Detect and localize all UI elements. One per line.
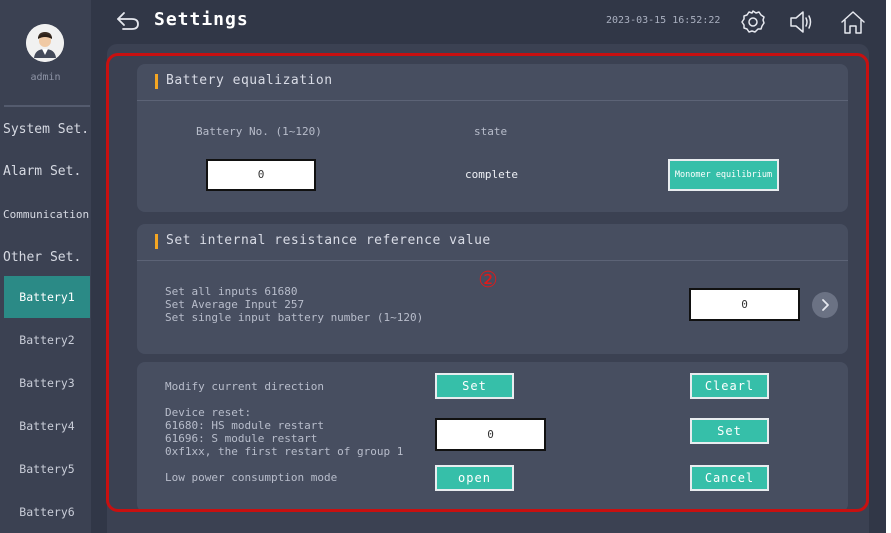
battery-equalization-title: Battery equalization: [166, 73, 333, 88]
internal-resistance-title: Set internal resistance reference value: [166, 233, 491, 248]
top-bar: Settings 2023-03-15 16:52:22: [91, 0, 886, 44]
battery-no-input[interactable]: 0: [206, 159, 316, 191]
sidebar-subitem-battery3[interactable]: Battery3: [4, 362, 90, 404]
low-power-open-button[interactable]: open: [435, 465, 514, 491]
battery-equalization-header: Battery equalization: [137, 64, 848, 101]
resistance-value-input[interactable]: 0: [689, 288, 800, 321]
settings-content: Battery equalization Battery No. (1~120)…: [107, 44, 869, 533]
username: admin: [30, 72, 61, 83]
sidebar-item-system-set[interactable]: System Set.: [3, 122, 89, 137]
section-marker: [155, 234, 158, 249]
group-restart-text: 0xf1xx, the first restart of group 1: [165, 445, 404, 458]
hs-module-restart-text: 61680: HS module restart: [165, 419, 324, 432]
sidebar-item-alarm-set[interactable]: Alarm Set.: [3, 164, 81, 179]
home-icon[interactable]: [839, 8, 867, 36]
back-arrow-icon[interactable]: [115, 10, 141, 32]
device-reset-label: Device reset:: [165, 406, 252, 419]
state-value: complete: [465, 168, 518, 181]
sidebar-subitem-battery1[interactable]: Battery1: [4, 276, 90, 318]
internal-resistance-header: Set internal resistance reference value: [137, 224, 848, 261]
sidebar: admin System Set. Alarm Set. Communicati…: [0, 0, 91, 533]
main-area: Settings 2023-03-15 16:52:22 Battery equ…: [91, 0, 886, 533]
battery-no-label: Battery No. (1~120): [196, 125, 322, 138]
low-power-cancel-button[interactable]: Cancel: [690, 465, 769, 491]
device-reset-set-button[interactable]: Set: [690, 418, 769, 444]
monomer-equilibrium-button[interactable]: Monomer equilibrium: [668, 159, 779, 191]
confirm-arrow-button[interactable]: [812, 292, 838, 318]
sidebar-item-other-set[interactable]: Other Set.: [3, 250, 81, 265]
sidebar-divider: [4, 105, 90, 107]
battery-equalization-card: Battery equalization Battery No. (1~120)…: [137, 64, 848, 212]
set-all-inputs-text: Set all inputs 61680: [165, 285, 298, 298]
gear-icon[interactable]: [739, 8, 767, 36]
datetime: 2023-03-15 16:52:22: [606, 15, 721, 26]
clear-button[interactable]: Clearl: [690, 373, 769, 399]
sidebar-subitem-battery5[interactable]: Battery5: [4, 448, 90, 490]
set-average-input-text: Set Average Input 257: [165, 298, 305, 311]
sidebar-subitem-battery4[interactable]: Battery4: [4, 405, 90, 447]
state-label: state: [474, 125, 508, 138]
modify-current-direction-label: Modify current direction: [165, 380, 324, 393]
speaker-icon[interactable]: [787, 8, 815, 36]
low-power-mode-label: Low power consumption mode: [165, 471, 338, 484]
direction-set-button[interactable]: Set: [435, 373, 514, 399]
sidebar-subitem-battery6[interactable]: Battery6: [4, 491, 90, 533]
s-module-restart-text: 61696: S module restart: [165, 432, 318, 445]
section-marker: [155, 74, 158, 89]
set-single-input-text: Set single input battery number (1~120): [165, 311, 424, 324]
avatar-icon[interactable]: [26, 24, 64, 62]
sidebar-subitem-battery2[interactable]: Battery2: [4, 319, 90, 361]
internal-resistance-card: Set internal resistance reference value …: [137, 224, 848, 354]
device-reset-input[interactable]: 0: [435, 418, 546, 451]
page-title: Settings: [154, 9, 249, 30]
device-control-card: Modify current direction Set Clearl Devi…: [137, 362, 848, 512]
chevron-right-icon: [822, 299, 829, 311]
sidebar-item-communication[interactable]: Communication: [3, 208, 89, 221]
page-edge: [886, 0, 891, 533]
